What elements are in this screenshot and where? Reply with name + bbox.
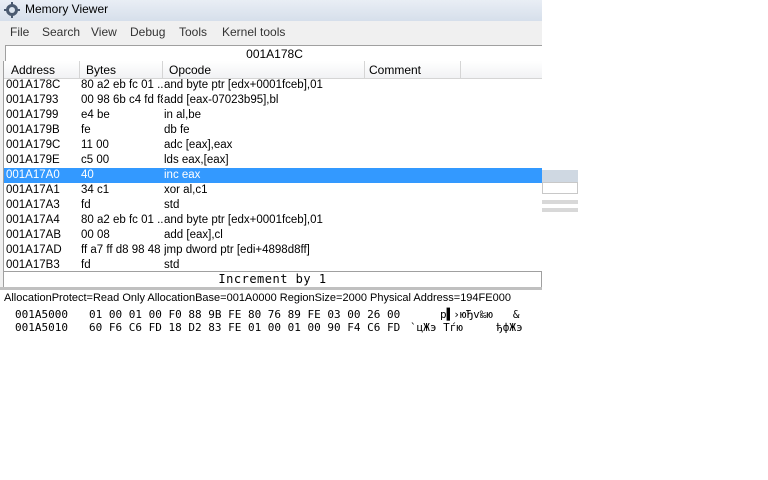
background-window-edge	[542, 200, 578, 204]
row-address: 001A17A0	[6, 169, 60, 181]
disasm-row[interactable]: 001A178C 80 a2 eb fc 01 ... and byte ptr…	[4, 78, 542, 93]
hex-ascii[interactable]: `цЖэ Тѓю ђфЖэ	[410, 321, 523, 334]
disasm-row[interactable]: 001A179B fe db fe	[4, 123, 542, 138]
menu-view[interactable]: View	[91, 25, 117, 39]
row-address: 001A179C	[6, 139, 61, 151]
column-header: Address Bytes Opcode Comment	[4, 61, 542, 79]
disasm-row[interactable]: 001A17A4 80 a2 eb fc 01 ... and byte ptr…	[4, 213, 542, 228]
column-divider[interactable]	[364, 61, 365, 78]
row-address: 001A17A3	[6, 199, 60, 211]
hex-address: 001A5000	[15, 308, 68, 321]
menu-kernel-tools[interactable]: Kernel tools	[222, 25, 285, 39]
row-opcode: db fe	[164, 124, 190, 136]
row-opcode: xor al,c1	[164, 184, 208, 196]
column-bytes[interactable]: Bytes	[86, 63, 116, 77]
row-address: 001A17AB	[6, 229, 61, 241]
row-bytes: ff a7 ff d8 98 48	[81, 244, 161, 256]
row-opcode: and byte ptr [edx+0001fceb],01	[164, 214, 323, 226]
menu-debug[interactable]: Debug	[130, 25, 165, 39]
background-window-edge	[542, 208, 578, 212]
row-address: 001A179B	[6, 124, 60, 136]
row-address: 001A1799	[6, 109, 59, 121]
column-divider[interactable]	[79, 61, 80, 78]
disasm-row[interactable]: 001A17A3 fd std	[4, 198, 542, 213]
row-opcode: adc [eax],eax	[164, 139, 233, 151]
hex-view[interactable]: AllocationProtect=Read Only AllocationBa…	[0, 290, 542, 338]
row-bytes: c5 00	[81, 154, 110, 166]
menu-file[interactable]: File	[10, 25, 29, 39]
hex-address: 001A5010	[15, 321, 68, 334]
column-opcode[interactable]: Opcode	[169, 63, 211, 77]
column-divider[interactable]	[162, 61, 163, 78]
instruction-description: Increment by 1	[218, 272, 327, 286]
row-address: 001A179E	[6, 154, 60, 166]
disasm-row[interactable]: 001A17B3 fd std	[4, 258, 542, 271]
disasm-row[interactable]: 001A17A1 34 c1 xor al,c1	[4, 183, 542, 198]
background-window-edge	[542, 182, 578, 194]
row-opcode: inc eax	[164, 169, 201, 181]
hex-bytes[interactable]: 60 F6 C6 FD 18 D2 83 FE 01 00 01 00 90 F…	[89, 321, 400, 334]
row-bytes: 80 a2 eb fc 01 ...	[81, 214, 163, 226]
row-address: 001A17AD	[6, 244, 62, 256]
disasm-row[interactable]: 001A1793 00 98 6b c4 fd f8 add [eax-0702…	[4, 93, 542, 108]
disasm-row[interactable]: 001A17AD ff a7 ff d8 98 48 jmp dword ptr…	[4, 243, 542, 258]
instruction-description-bar: Increment by 1	[3, 271, 542, 288]
memory-viewer-window: Memory Viewer File Search View Debug Too…	[0, 0, 542, 338]
disasm-row-selected[interactable]: 001A17A0 40 inc eax	[4, 168, 542, 183]
row-bytes: fd	[81, 199, 91, 211]
row-opcode: in al,be	[164, 109, 202, 121]
row-bytes: fe	[81, 124, 91, 136]
row-address: 001A1793	[6, 94, 59, 106]
menu-bar: File Search View Debug Tools Kernel tool…	[0, 23, 542, 42]
row-opcode: add [eax],cl	[164, 229, 223, 241]
row-address: 001A17B3	[6, 259, 60, 271]
menu-tools[interactable]: Tools	[179, 25, 207, 39]
row-bytes: 11 00	[81, 139, 109, 151]
row-bytes: 80 a2 eb fc 01 ...	[81, 79, 163, 91]
row-bytes: 00 98 6b c4 fd f8	[81, 94, 163, 106]
disassembler-view[interactable]: Address Bytes Opcode Comment 001A178C 80…	[3, 61, 542, 271]
row-address: 001A17A4	[6, 214, 60, 226]
selection-overflow	[542, 170, 578, 182]
row-opcode: std	[164, 199, 180, 211]
column-address[interactable]: Address	[11, 63, 55, 77]
row-bytes: 40	[81, 169, 94, 181]
menu-search[interactable]: Search	[42, 25, 80, 39]
cheat-engine-gear-icon	[4, 2, 20, 18]
hex-bytes[interactable]: 01 00 01 00 F0 88 9B FE 80 76 89 FE 03 0…	[89, 308, 400, 321]
row-address: 001A178C	[6, 79, 61, 91]
row-bytes: 00 08	[81, 229, 110, 241]
window-title: Memory Viewer	[25, 2, 109, 16]
disasm-row[interactable]: 001A179E c5 00 lds eax,[eax]	[4, 153, 542, 168]
title-bar[interactable]: Memory Viewer	[0, 0, 542, 21]
row-bytes: e4 be	[81, 109, 110, 121]
disasm-row[interactable]: 001A179C 11 00 adc [eax],eax	[4, 138, 542, 153]
row-bytes: fd	[81, 259, 91, 271]
row-bytes: 34 c1	[81, 184, 110, 196]
row-opcode: jmp dword ptr [edi+4898d8ff]	[164, 244, 310, 256]
column-comment[interactable]: Comment	[369, 63, 421, 77]
row-opcode: and byte ptr [edx+0001fceb],01	[164, 79, 323, 91]
row-opcode: lds eax,[eax]	[164, 154, 229, 166]
row-opcode: std	[164, 259, 180, 271]
row-opcode: add [eax-07023b95],bl	[164, 94, 279, 106]
region-info: AllocationProtect=Read Only AllocationBa…	[4, 292, 511, 304]
current-address: 001A178C	[246, 47, 303, 61]
column-divider[interactable]	[460, 61, 461, 78]
disasm-row[interactable]: 001A1799 e4 be in al,be	[4, 108, 542, 123]
row-address: 001A17A1	[6, 184, 60, 196]
hex-ascii[interactable]: p▌›юЂv‰ю &	[440, 308, 519, 321]
disasm-row[interactable]: 001A17AB 00 08 add [eax],cl	[4, 228, 542, 243]
